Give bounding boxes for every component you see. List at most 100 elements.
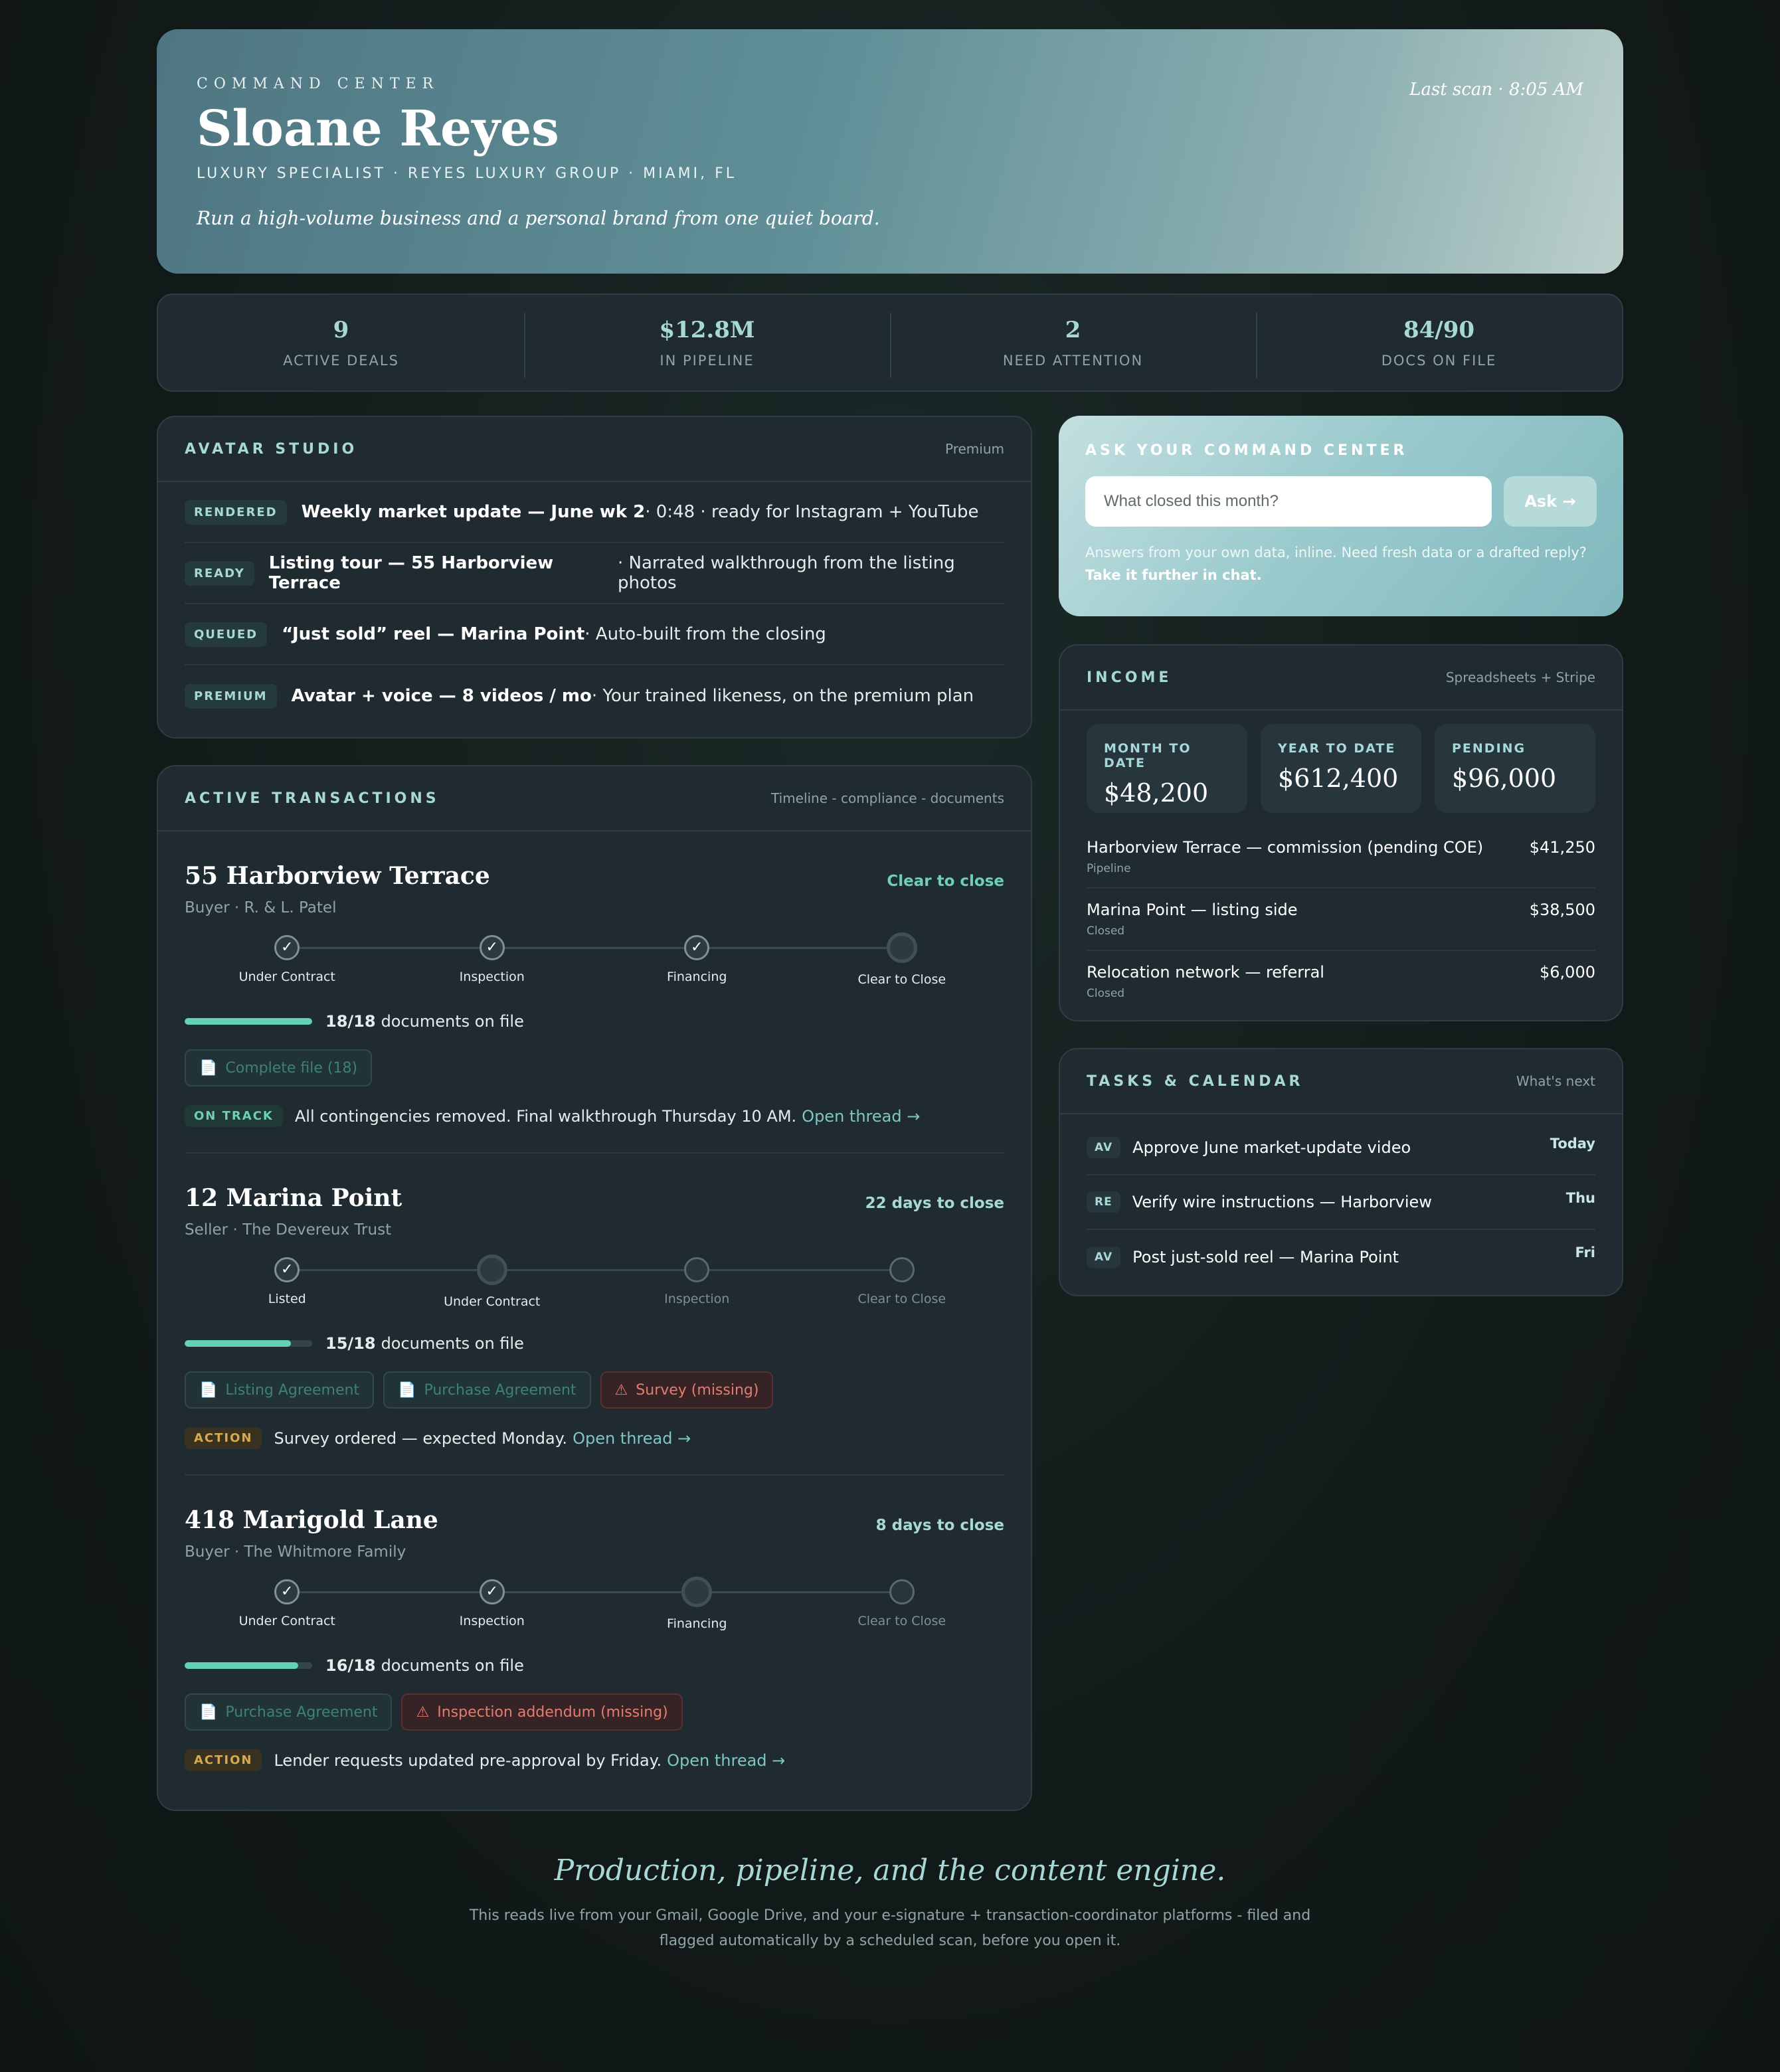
list-item[interactable]: RE Verify wire instructions — Harborview… xyxy=(1087,1175,1595,1230)
stat-docs-on-file: 84/90 DOCS ON FILE xyxy=(1256,313,1622,378)
client-info: Buyer · The Whitmore Family xyxy=(185,1543,406,1561)
task-due: Thu xyxy=(1565,1190,1595,1206)
card-title: AVATAR STUDIO xyxy=(185,440,358,458)
stat-label: IN PIPELINE xyxy=(660,353,755,369)
list-item[interactable]: PREMIUM Avatar + voice — 8 videos / mo ·… xyxy=(185,665,1004,727)
progress-bar xyxy=(185,1018,312,1025)
ask-input[interactable] xyxy=(1085,476,1492,527)
document-icon: 📄 xyxy=(199,1059,218,1077)
document-chips: 📄 Purchase Agreement ⚠ Inspection addendum … xyxy=(185,1693,1004,1731)
step-label: Financing xyxy=(667,970,727,984)
closing-status: 8 days to close xyxy=(875,1517,1004,1534)
timeline-step: Financing xyxy=(617,1577,776,1631)
stat-pipeline: $12.8M IN PIPELINE xyxy=(524,313,890,378)
docs-text: documents on file xyxy=(381,1012,524,1031)
warning-icon: ⚠ xyxy=(416,1703,430,1721)
list-item[interactable]: RENDERED Weekly market update — June wk … xyxy=(185,482,1004,543)
task-text: Post just-sold reel — Marina Point xyxy=(1132,1248,1399,1266)
video-detail: · 0:48 · ready for Instagram + YouTube xyxy=(645,502,979,522)
note-text: Survey ordered — expected Monday. xyxy=(274,1428,568,1448)
list-item[interactable]: Relocation network — referral Closed $6,… xyxy=(1087,951,1595,1012)
document-chip[interactable]: ⚠ Survey (missing) xyxy=(600,1371,774,1409)
video-title: Avatar + voice — 8 videos / mo xyxy=(291,686,592,706)
status-badge: QUEUED xyxy=(185,622,268,647)
step-circle-icon xyxy=(889,1257,915,1282)
document-chip[interactable]: 📄 Purchase Agreement xyxy=(185,1693,393,1731)
card-meta: Premium xyxy=(945,441,1004,457)
list-item[interactable]: Marina Point — listing side Closed $38,5… xyxy=(1087,889,1595,951)
document-chip[interactable]: ⚠ Inspection addendum (missing) xyxy=(401,1693,683,1731)
document-chip[interactable]: 📄 Listing Agreement xyxy=(185,1371,375,1409)
timeline-step: ✓ Listed xyxy=(207,1256,367,1306)
transaction-item: 12 Marina Point Seller · The Devereux Tru… xyxy=(185,1154,1004,1476)
task-list: AV Approve June market-update video Toda… xyxy=(1060,1114,1622,1295)
warning-icon: ⚠ xyxy=(614,1381,628,1399)
stat-value: 2 xyxy=(1065,317,1081,343)
stat-value: 9 xyxy=(333,317,349,343)
step-circle-icon xyxy=(476,1254,507,1285)
last-scan-time: Last scan · 8:05 AM xyxy=(1409,80,1583,100)
document-label: Purchase Agreement xyxy=(424,1381,577,1399)
hero-kicker: COMMAND CENTER xyxy=(197,76,440,92)
video-title: “Just sold” reel — Marina Point xyxy=(282,624,585,644)
timeline-step: ✓ Financing xyxy=(617,934,776,984)
closing-status: 22 days to close xyxy=(865,1195,1004,1212)
step-label: Under Contract xyxy=(238,1614,335,1628)
active-transactions-card: ACTIVE TRANSACTIONS Timeline - complianc… xyxy=(157,765,1032,1811)
transaction-list: 55 Harborview Terrace Buyer · R. & L. Pat… xyxy=(158,831,1031,1810)
ask-button[interactable]: Ask → xyxy=(1504,476,1597,527)
progress-bar xyxy=(185,1662,312,1669)
closing-status: Clear to close xyxy=(887,873,1004,890)
list-item[interactable]: QUEUED “Just sold” reel — Marina Point ·… xyxy=(185,604,1004,665)
tile-year-to-date: YEAR TO DATE $612,400 xyxy=(1261,724,1421,813)
progress-bar xyxy=(185,1340,312,1347)
video-title: Listing tour — 55 Harborview Terrace xyxy=(268,553,554,593)
stat-need-attention: 2 NEED ATTENTION xyxy=(890,313,1256,378)
card-title: TASKS & CALENDAR xyxy=(1087,1073,1304,1090)
list-item[interactable]: Harborview Terrace — commission (pending… xyxy=(1087,826,1595,889)
list-item[interactable]: AV Approve June market-update video Toda… xyxy=(1087,1121,1595,1175)
document-chips: 📄 Complete file (18) xyxy=(185,1049,1004,1086)
docs-count: 15/18 xyxy=(325,1334,376,1353)
note-status-badge: ACTION xyxy=(185,1749,262,1771)
document-chip[interactable]: 📄 Purchase Agreement xyxy=(383,1371,591,1409)
document-label: Purchase Agreement xyxy=(225,1703,378,1721)
income-name: Harborview Terrace — commission (pending… xyxy=(1087,838,1484,857)
docs-count: 18/18 xyxy=(325,1012,376,1031)
tile-value: $96,000 xyxy=(1452,764,1557,793)
video-detail: · Your trained likeness, on the premium … xyxy=(591,686,974,706)
stat-label: ACTIVE DEALS xyxy=(283,353,399,369)
footer: Production, pipeline, and the content en… xyxy=(157,1854,1623,1954)
timeline-step: ✓ Under Contract xyxy=(207,934,367,984)
tile-month-to-date: MONTH TO DATE $48,200 xyxy=(1087,724,1247,813)
step-circle-icon xyxy=(684,1257,710,1282)
income-amount: $6,000 xyxy=(1540,963,1595,982)
document-label: Complete file (18) xyxy=(225,1059,358,1077)
step-circle-icon xyxy=(681,1577,713,1607)
tile-label: PENDING xyxy=(1452,741,1526,756)
timeline-step: Clear to Close xyxy=(822,1578,982,1628)
step-circle-icon xyxy=(889,1579,915,1604)
video-title: Weekly market update — June wk 2 xyxy=(301,502,646,522)
open-thread-link[interactable]: Open thread → xyxy=(802,1107,920,1126)
card-header: TASKS & CALENDAR What's next xyxy=(1060,1049,1622,1114)
card-meta: Timeline - compliance - documents xyxy=(771,790,1004,806)
stat-value: 84/90 xyxy=(1403,317,1475,343)
step-label: Listed xyxy=(268,1292,306,1306)
chat-link[interactable]: Take it further in chat. xyxy=(1085,567,1262,583)
open-thread-link[interactable]: Open thread → xyxy=(667,1751,785,1770)
step-label: Under Contract xyxy=(444,1294,541,1309)
list-item[interactable]: READY Listing tour — 55 Harborview Terra… xyxy=(185,543,1004,604)
step-label: Inspection xyxy=(459,970,525,984)
open-thread-link[interactable]: Open thread → xyxy=(573,1429,691,1448)
status-badge: PREMIUM xyxy=(185,683,277,709)
timeline-line xyxy=(287,1591,902,1593)
dashboard: COMMAND CENTER Sloane Reyes LUXURY SPECI… xyxy=(157,29,1623,1954)
income-name: Marina Point — listing side xyxy=(1087,901,1298,919)
avatar-video-list: RENDERED Weekly market update — June wk … xyxy=(158,482,1031,737)
document-chip[interactable]: 📄 Complete file (18) xyxy=(185,1049,373,1086)
timeline-step: Clear to Close xyxy=(822,1256,982,1306)
list-item[interactable]: AV Post just-sold reel — Marina Point Fr… xyxy=(1087,1230,1595,1284)
income-list: Harborview Terrace — commission (pending… xyxy=(1060,813,1622,1020)
avatar-studio-card: AVATAR STUDIO Premium RENDERED Weekly ma… xyxy=(157,416,1032,738)
